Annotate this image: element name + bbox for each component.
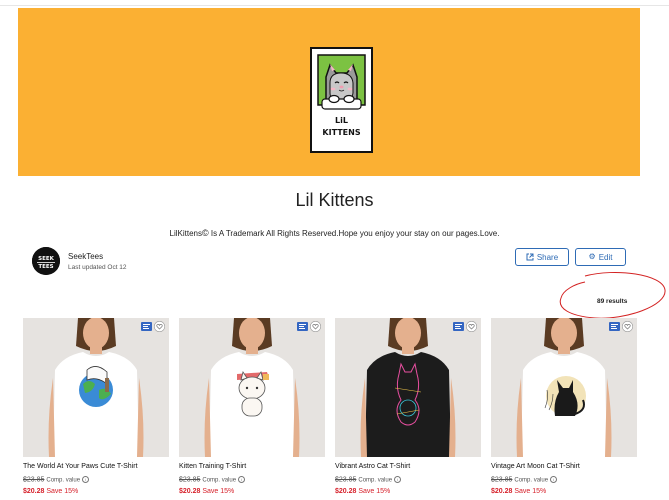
card-badges: [141, 321, 165, 332]
sale-price: $20.28 Save 15%: [491, 488, 546, 495]
edit-label: Edit: [598, 252, 613, 262]
save-badge: Save 15%: [202, 488, 235, 495]
comp-value: $23.85 Comp. value i: [179, 476, 246, 484]
comp-label: Comp. value: [46, 477, 81, 484]
comp-price: $23.85: [335, 476, 357, 484]
comp-value: $23.85 Comp. value i: [491, 476, 558, 484]
heart-icon[interactable]: [154, 321, 165, 332]
model-photo: [23, 318, 169, 457]
quick-view-icon[interactable]: [609, 322, 620, 331]
sale-price: $20.28 Save 15%: [335, 488, 390, 495]
collection-logo: LiL KITTENS: [310, 47, 373, 153]
kitten-illustration: [317, 54, 366, 110]
save-badge: Save 15%: [358, 488, 391, 495]
heart-icon[interactable]: [466, 321, 477, 332]
product-name[interactable]: Vintage Art Moon Cat T-Shirt: [491, 463, 641, 470]
heart-icon[interactable]: [310, 321, 321, 332]
comp-price: $23.85: [179, 476, 201, 484]
quick-view-icon[interactable]: [141, 322, 152, 331]
last-updated: Last updated Oct 12: [68, 264, 127, 271]
results-count: 89 results: [597, 298, 628, 305]
owner-name[interactable]: SeekTees: [68, 252, 103, 261]
logo-line-2: KITTENS: [322, 128, 361, 137]
price: $20.28: [335, 488, 357, 495]
comp-price: $23.85: [23, 476, 45, 484]
model-photo: [491, 318, 637, 457]
product-card[interactable]: The World At Your Paws Cute T-Shirt $23.…: [23, 318, 169, 498]
product-name[interactable]: Kitten Training T-Shirt: [179, 463, 329, 470]
comp-label: Comp. value: [358, 477, 393, 484]
heart-icon[interactable]: [622, 321, 633, 332]
info-icon[interactable]: i: [394, 476, 402, 483]
share-icon: [526, 253, 534, 261]
share-button[interactable]: Share: [515, 248, 569, 266]
product-name[interactable]: Vibrant Astro Cat T-Shirt: [335, 463, 485, 470]
quick-view-icon[interactable]: [453, 322, 464, 331]
collection-title: Lil Kittens: [295, 190, 374, 210]
description-trademark-symbol: ©: [202, 228, 209, 238]
product-image[interactable]: [335, 318, 481, 457]
top-divider: [0, 5, 669, 6]
card-badges: [609, 321, 633, 332]
price: $20.28: [491, 488, 513, 495]
sale-price: $20.28 Save 15%: [23, 488, 78, 495]
sale-price: $20.28 Save 15%: [179, 488, 234, 495]
comp-label: Comp. value: [514, 477, 549, 484]
card-badges: [453, 321, 477, 332]
price: $20.28: [179, 488, 201, 495]
comp-value: $23.85 Comp. value i: [335, 476, 402, 484]
logo-line-1: LiL: [335, 116, 348, 125]
comp-label: Comp. value: [202, 477, 237, 484]
price: $20.28: [23, 488, 45, 495]
product-name[interactable]: The World At Your Paws Cute T-Shirt: [23, 463, 173, 470]
edit-button[interactable]: ⚙ Edit: [575, 248, 626, 266]
gear-icon: ⚙: [588, 252, 596, 261]
info-icon[interactable]: i: [238, 476, 246, 483]
info-icon[interactable]: i: [550, 476, 558, 483]
product-image[interactable]: [179, 318, 325, 457]
product-card[interactable]: Kitten Training T-Shirt $23.85 Comp. val…: [179, 318, 325, 498]
logo-lettering: LiL KITTENS: [312, 115, 371, 139]
product-card[interactable]: Vibrant Astro Cat T-Shirt $23.85 Comp. v…: [335, 318, 481, 498]
comp-price: $23.85: [491, 476, 513, 484]
collection-description: LilKittens© Is A Trademark All Rights Re…: [0, 228, 669, 238]
model-photo: [179, 318, 325, 457]
description-brand: LilKittens: [169, 229, 202, 238]
collection-banner: LiL KITTENS: [18, 8, 640, 176]
seektees-logo: SEEK TEES: [32, 247, 60, 275]
model-photo: [335, 318, 481, 457]
product-card[interactable]: Vintage Art Moon Cat T-Shirt $23.85 Comp…: [491, 318, 637, 498]
avatar-line-2: TEES: [38, 264, 53, 270]
quick-view-icon[interactable]: [297, 322, 308, 331]
card-badges: [297, 321, 321, 332]
avatar[interactable]: SEEK TEES: [32, 247, 60, 275]
share-label: Share: [536, 252, 559, 262]
comp-value: $23.85 Comp. value i: [23, 476, 90, 484]
save-badge: Save 15%: [46, 488, 79, 495]
info-icon[interactable]: i: [82, 476, 90, 483]
avatar-line-1: SEEK: [38, 256, 54, 262]
product-image[interactable]: [23, 318, 169, 457]
product-image[interactable]: [491, 318, 637, 457]
save-badge: Save 15%: [514, 488, 547, 495]
description-text: Is A Trademark All Rights Reserved.Hope …: [208, 229, 500, 238]
